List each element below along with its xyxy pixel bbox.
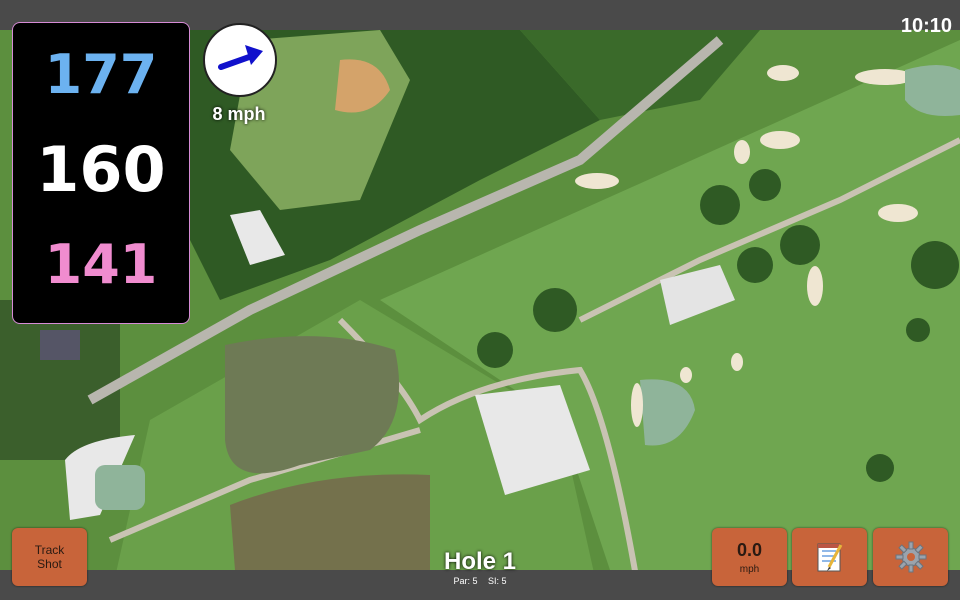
hole-info: Par: 5 SI: 5 [380, 576, 580, 586]
speed-button[interactable]: 0.0 mph [712, 528, 787, 586]
center-distance: 160 [36, 133, 166, 206]
track-shot-button[interactable]: Track Shot [12, 528, 87, 586]
notepad-icon [817, 543, 842, 572]
wind-indicator [203, 23, 277, 97]
wind-arrow-icon [218, 45, 263, 70]
speed-value: 0.0 [736, 539, 763, 560]
hole-si: SI: 5 [488, 576, 507, 586]
track-shot-label: Track Shot [34, 543, 65, 571]
distance-panel: 177 160 141 [12, 22, 190, 324]
back-distance: 177 [44, 43, 158, 106]
clock: 10:10 [900, 15, 952, 37]
hole-par: Par: 5 [453, 576, 478, 586]
wind-speed: 8 mph [212, 104, 266, 124]
bunker [575, 173, 619, 189]
notes-button[interactable] [792, 528, 867, 586]
front-distance: 141 [44, 233, 158, 296]
speed-unit: mph [739, 563, 760, 575]
settings-button[interactable] [873, 528, 948, 586]
hole-title: Hole 1 [443, 548, 517, 575]
gear-icon [895, 541, 926, 573]
